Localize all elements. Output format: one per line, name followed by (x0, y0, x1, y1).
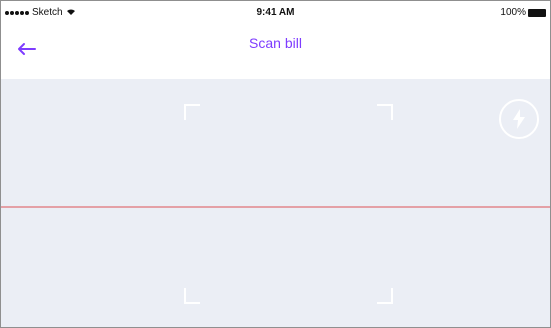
flash-toggle-button[interactable] (499, 99, 539, 139)
status-right: 100% (500, 7, 546, 18)
phone-screen: Sketch 9:41 AM 100% Scan bill (0, 0, 551, 328)
scan-frame-corner-top-left (184, 104, 200, 120)
scan-line (1, 206, 550, 208)
status-time: 9:41 AM (256, 7, 295, 18)
battery-percent: 100% (500, 7, 526, 18)
lightning-icon (513, 109, 525, 129)
scan-frame-corner-top-right (377, 104, 393, 120)
battery-icon (528, 8, 546, 17)
scan-frame-corner-bottom-left (184, 288, 200, 304)
scanner-viewport (1, 79, 550, 327)
navigation-bar: Scan bill (1, 21, 550, 79)
status-bar: Sketch 9:41 AM 100% (1, 1, 550, 21)
scan-frame-corner-bottom-right (377, 288, 393, 304)
page-title: Scan bill (249, 35, 302, 51)
